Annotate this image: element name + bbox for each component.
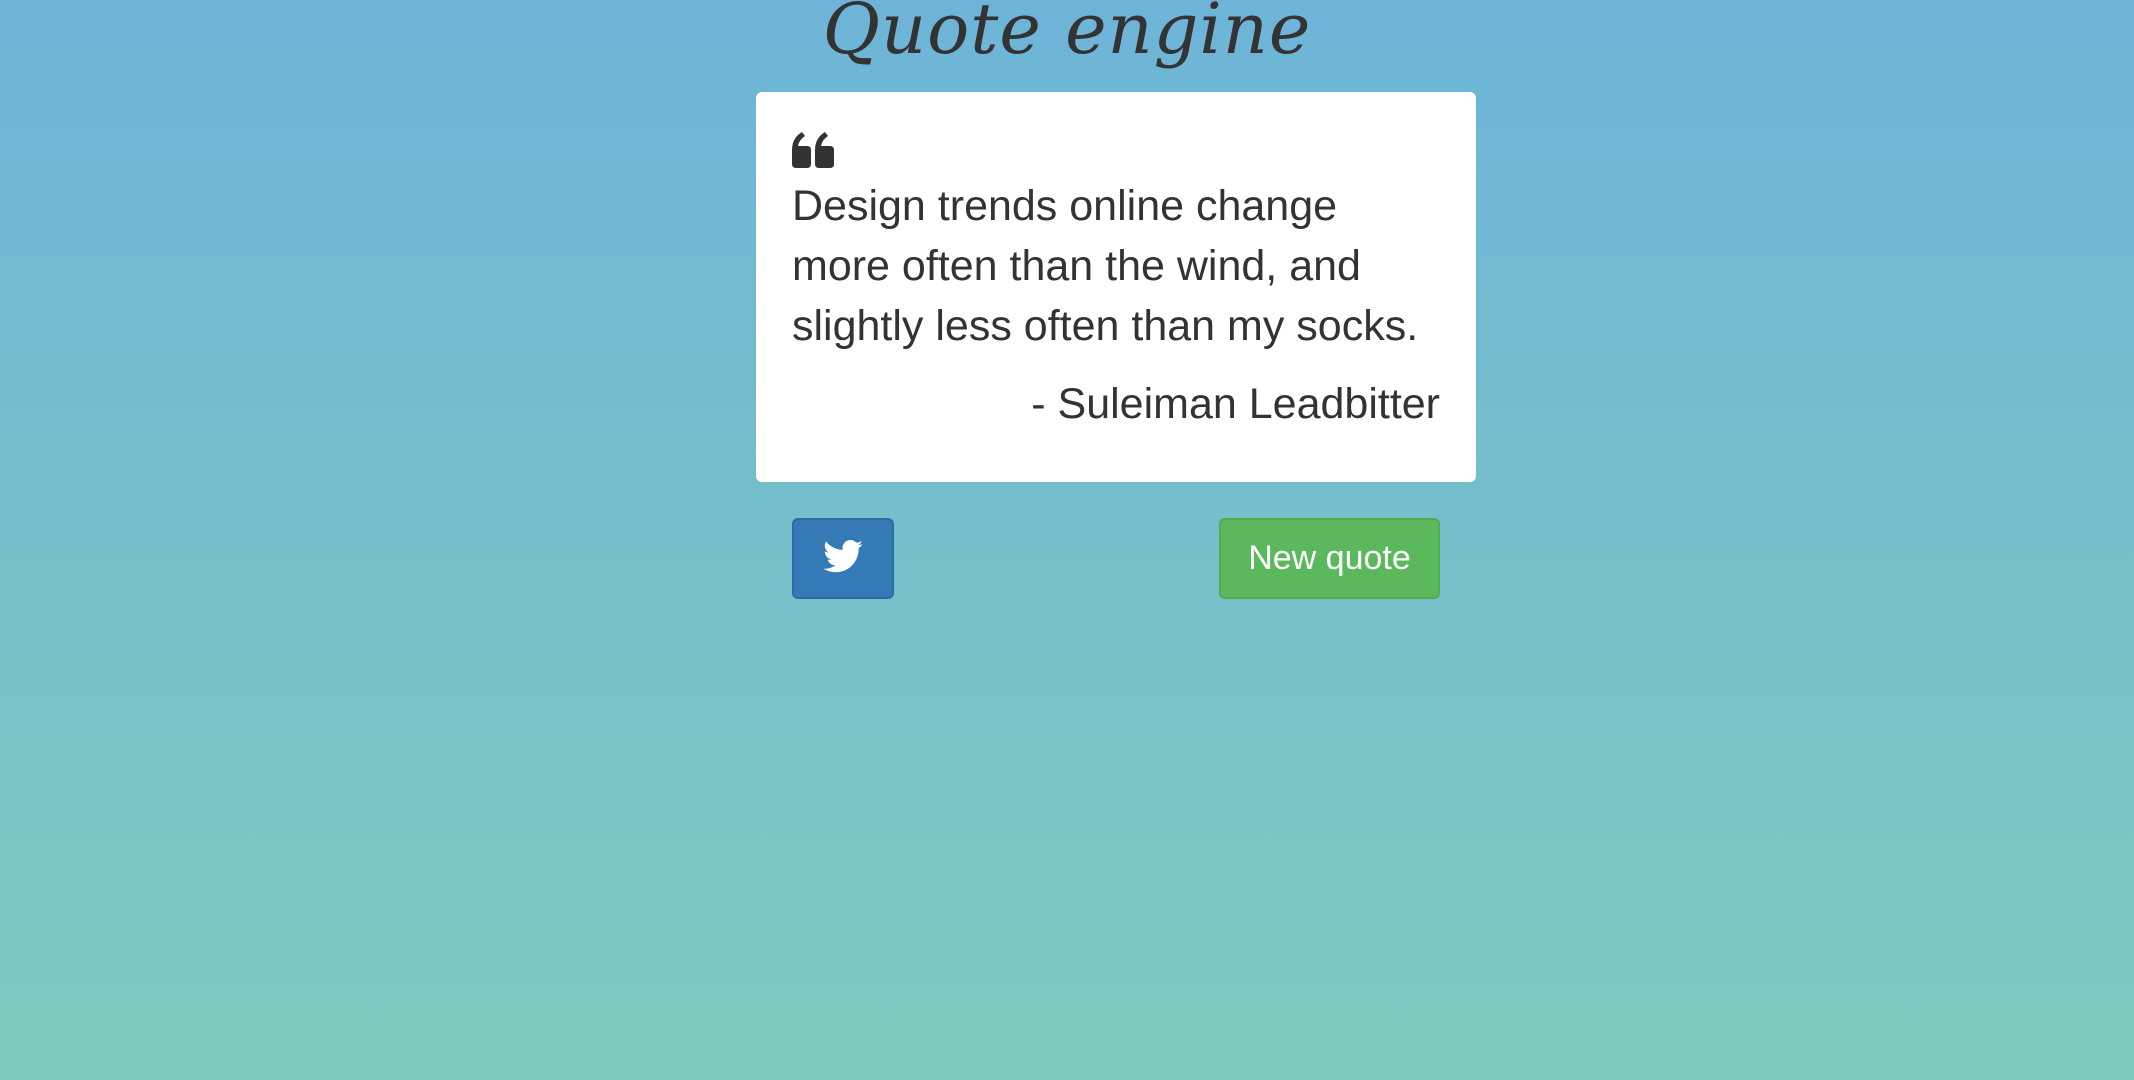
quote-left-icon [792, 132, 834, 168]
new-quote-button[interactable]: New quote [1219, 518, 1440, 599]
quote-card: Design trends online change more often t… [756, 92, 1476, 482]
page-title: Quote engine [822, 0, 1312, 70]
tweet-button[interactable] [792, 518, 894, 599]
quote-text: Design trends online change more often t… [792, 182, 1419, 350]
quote-author: - Suleiman Leadbitter [1031, 380, 1440, 428]
twitter-icon [823, 539, 863, 578]
